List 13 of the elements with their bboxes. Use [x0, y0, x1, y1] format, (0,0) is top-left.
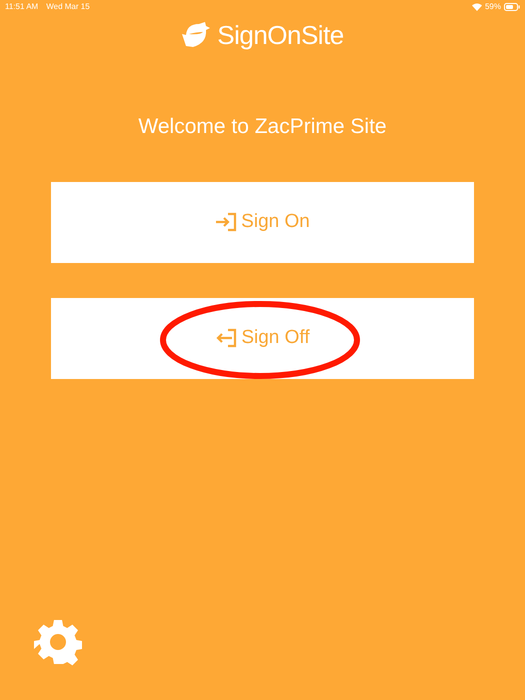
status-time: 11:51 AM: [5, 1, 38, 13]
logo-text: SignOnSite: [217, 18, 344, 52]
logo-icon: [181, 21, 212, 49]
wifi-icon: [472, 3, 482, 11]
sign-out-icon: [215, 328, 238, 348]
sign-in-icon: [215, 212, 238, 232]
settings-icon[interactable]: [34, 618, 82, 666]
sign-button[interactable]: Sign On: [51, 182, 474, 262]
status-date: Wed Mar 15: [46, 1, 90, 13]
battery-icon: [504, 3, 520, 11]
sign-button[interactable]: Sign Off: [51, 298, 474, 378]
battery-percent: 59%: [484, 1, 501, 13]
welcome-heading: Welcome to ZacPrime Site: [138, 114, 387, 140]
